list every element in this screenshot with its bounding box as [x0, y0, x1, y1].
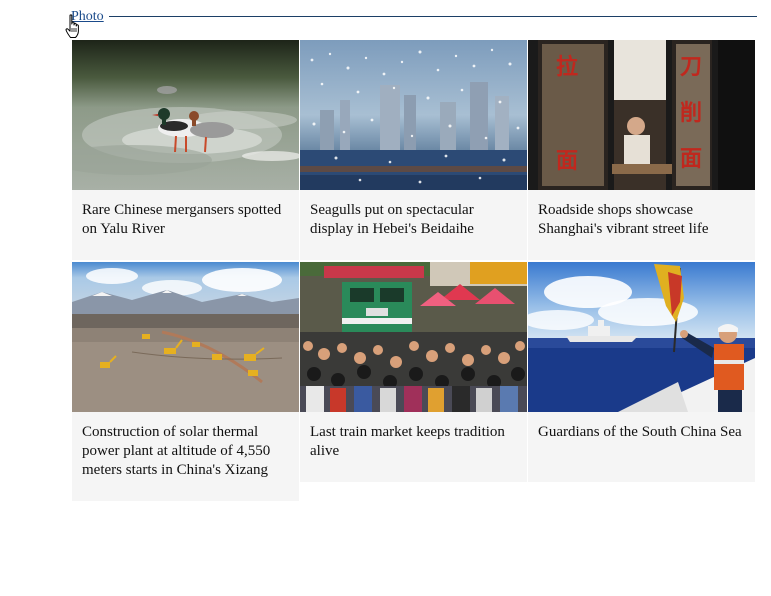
- train-market-photo[interactable]: [300, 262, 527, 412]
- photo-caption[interactable]: Rare Chinese mergansers spotted on Yalu …: [72, 190, 299, 260]
- photo-grid-row: Construction of solar thermal power plan…: [72, 262, 756, 501]
- photo-caption[interactable]: Construction of solar thermal power plan…: [72, 412, 299, 501]
- shop-sign-text: 面: [556, 149, 578, 174]
- shop-sign-text: 削: [680, 101, 702, 126]
- shop-sign-text: 拉: [556, 54, 578, 80]
- photo-caption[interactable]: Last train market keeps tradition alive: [300, 412, 527, 482]
- solar-construction-photo[interactable]: [72, 262, 299, 412]
- hand-pointer-cursor-icon: [65, 14, 79, 38]
- photo-grid-row: Rare Chinese mergansers spotted on Yalu …: [72, 40, 756, 260]
- photo-card[interactable]: 拉 面 刀 削 面 Roadside shops showcase Shangh…: [528, 40, 755, 260]
- seagulls-photo[interactable]: [300, 40, 527, 190]
- photo-caption[interactable]: Roadside shops showcase Shanghai's vibra…: [528, 190, 755, 260]
- photo-section-page: Photo Rare Chinese mergansers spotted on…: [0, 0, 771, 596]
- section-divider: [109, 16, 757, 17]
- photo-card[interactable]: Last train market keeps tradition alive: [300, 262, 527, 482]
- photo-grid: Rare Chinese mergansers spotted on Yalu …: [72, 40, 756, 503]
- shop-sign-text: 刀: [680, 55, 702, 80]
- noodle-shop-photo[interactable]: 拉 面 刀 削 面: [528, 40, 755, 190]
- photo-card[interactable]: Rare Chinese mergansers spotted on Yalu …: [72, 40, 299, 260]
- photo-card[interactable]: Seagulls put on spectacular display in H…: [300, 40, 527, 260]
- photo-card[interactable]: Construction of solar thermal power plan…: [72, 262, 299, 501]
- coast-guard-photo[interactable]: [528, 262, 755, 412]
- shop-sign-text: 面: [680, 147, 702, 172]
- section-header: Photo: [71, 8, 757, 26]
- mergansers-photo[interactable]: [72, 40, 299, 190]
- photo-caption[interactable]: Guardians of the South China Sea: [528, 412, 755, 482]
- photo-card[interactable]: Guardians of the South China Sea: [528, 262, 755, 482]
- photo-caption[interactable]: Seagulls put on spectacular display in H…: [300, 190, 527, 260]
